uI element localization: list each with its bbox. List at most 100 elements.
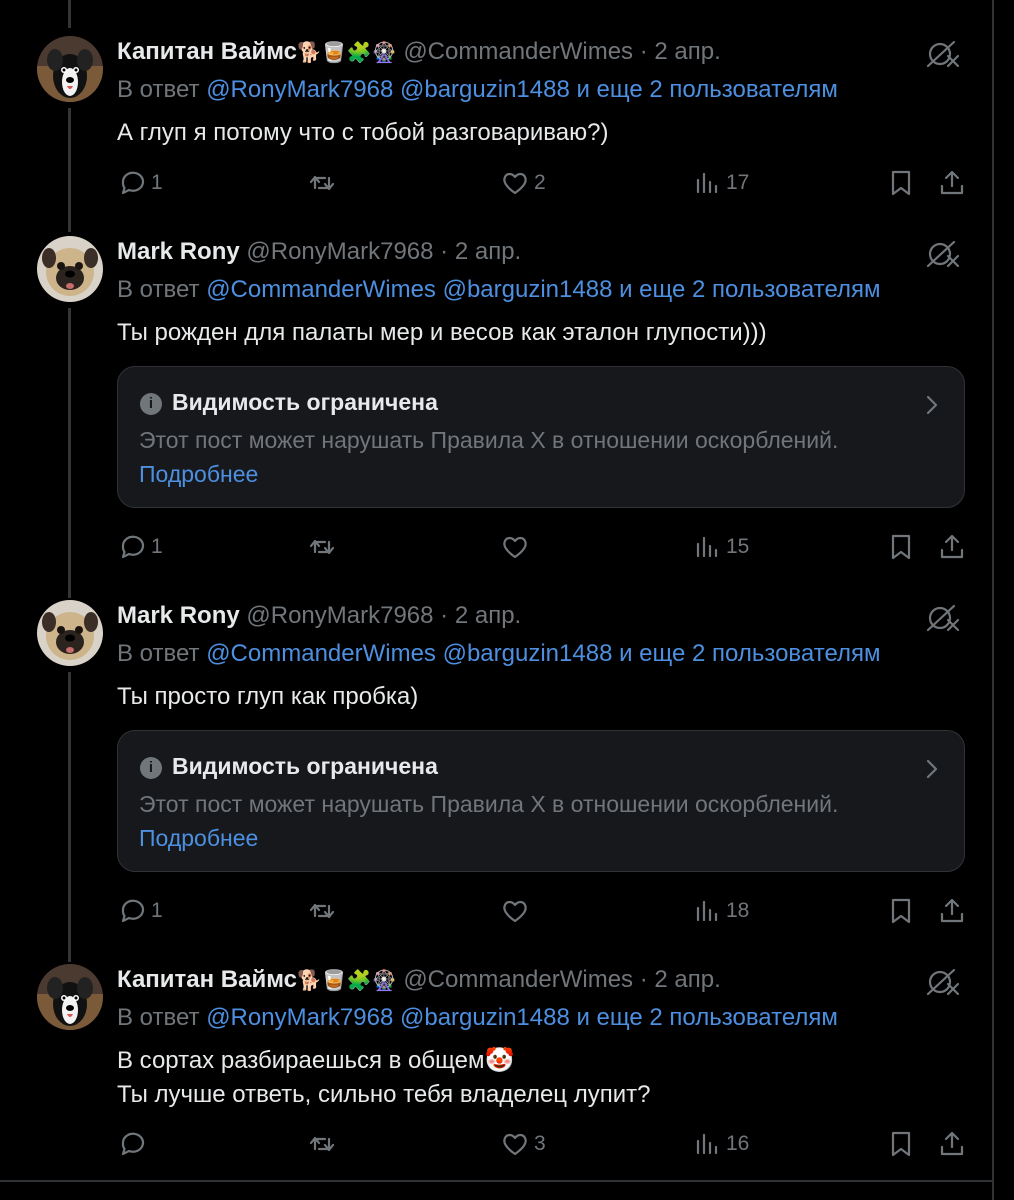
mention-link[interactable]: @RonyMark7968 xyxy=(206,1004,393,1031)
views-button[interactable]: 16 xyxy=(692,1126,749,1162)
like-icon xyxy=(500,896,530,926)
more-users-link[interactable]: и еще 2 пользователям xyxy=(576,76,837,103)
retweet-icon xyxy=(307,168,337,198)
retweet-button[interactable] xyxy=(307,165,341,201)
share-button[interactable] xyxy=(937,1126,967,1162)
like-count: 2 xyxy=(534,171,546,194)
author-name[interactable]: Mark Rony xyxy=(117,238,240,265)
tweet-text-line: А глуп я потому что с тобой разговариваю… xyxy=(117,119,609,146)
thread-line xyxy=(68,308,71,598)
reply-context: В ответ @RonyMark7968 @barguzin1488 и ещ… xyxy=(117,76,838,104)
avatar[interactable] xyxy=(37,600,103,666)
reply-prefix: В ответ xyxy=(117,1004,200,1031)
tweet-text-line: Ты лучше ответь, сильно тебя владелец лу… xyxy=(117,1081,651,1108)
visibility-notice[interactable]: i Видимость ограничена Этот пост может нар… xyxy=(117,730,965,872)
thread-line xyxy=(68,108,71,232)
reply-icon xyxy=(117,168,147,198)
views-icon xyxy=(692,896,722,926)
retweet-icon xyxy=(307,1129,337,1159)
views-icon xyxy=(692,168,722,198)
author-name[interactable]: Капитан Ваймс xyxy=(117,966,297,993)
more-users-link[interactable]: и еще 2 пользователям xyxy=(619,640,880,667)
mute-icon[interactable] xyxy=(922,38,966,70)
tweet-date[interactable]: · 2 апр. xyxy=(640,966,721,993)
mention-link[interactable]: @barguzin1488 xyxy=(443,640,613,667)
mention-link[interactable]: @RonyMark7968 xyxy=(206,76,393,103)
bookmark-button[interactable] xyxy=(886,165,916,201)
notice-text: Этот пост может нарушать Правила X в отн… xyxy=(139,427,839,453)
share-icon xyxy=(937,168,967,198)
tweet-header: Капитан Ваймс🐕🥃🧩🎡 @CommanderWimes · 2 ап… xyxy=(117,38,721,66)
share-icon xyxy=(937,896,967,926)
column-border-bottom xyxy=(0,1180,994,1182)
reply-button[interactable] xyxy=(117,1126,151,1162)
share-icon xyxy=(937,1129,967,1159)
info-icon: i xyxy=(140,757,162,779)
learn-more-link[interactable]: Подробнее xyxy=(139,825,258,852)
mention-link[interactable]: @barguzin1488 xyxy=(443,276,613,303)
reply-button[interactable]: 1 xyxy=(117,893,163,929)
views-button[interactable]: 17 xyxy=(692,165,749,201)
like-button[interactable]: 3 xyxy=(500,1126,546,1162)
views-button[interactable]: 15 xyxy=(692,529,749,565)
like-button[interactable] xyxy=(500,529,534,565)
author-handle[interactable]: @CommanderWimes xyxy=(403,966,633,993)
reply-button[interactable]: 1 xyxy=(117,529,163,565)
retweet-icon xyxy=(307,896,337,926)
author-handle[interactable]: @RonyMark7968 xyxy=(246,602,433,629)
mute-icon[interactable] xyxy=(922,966,966,998)
mention-link[interactable]: @barguzin1488 xyxy=(400,1004,570,1031)
author-handle[interactable]: @RonyMark7968 xyxy=(246,238,433,265)
reply-count: 1 xyxy=(151,899,163,922)
mention-link[interactable]: @barguzin1488 xyxy=(400,76,570,103)
bookmark-icon xyxy=(886,896,916,926)
notice-text: Этот пост может нарушать Правила X в отн… xyxy=(139,791,839,817)
tweet-text: А глуп я потому что с тобой разговариваю… xyxy=(117,116,608,150)
more-users-link[interactable]: и еще 2 пользователям xyxy=(619,276,880,303)
tweet-text-line: Ты рожден для палаты мер и весов как эта… xyxy=(117,319,767,346)
retweet-button[interactable] xyxy=(307,529,341,565)
mute-icon[interactable] xyxy=(922,602,966,634)
like-icon xyxy=(500,532,530,562)
author-handle[interactable]: @CommanderWimes xyxy=(403,38,633,65)
bookmark-icon xyxy=(886,1129,916,1159)
views-icon xyxy=(692,532,722,562)
mention-link[interactable]: @CommanderWimes xyxy=(206,276,436,303)
share-button[interactable] xyxy=(937,893,967,929)
tweet-text: Ты просто глуп как пробка) xyxy=(117,680,418,714)
notice-title: Видимость ограничена xyxy=(172,389,438,415)
tweet-date[interactable]: · 2 апр. xyxy=(440,602,521,629)
avatar[interactable] xyxy=(37,964,103,1030)
reply-prefix: В ответ xyxy=(117,76,200,103)
share-button[interactable] xyxy=(937,165,967,201)
like-button[interactable]: 2 xyxy=(500,165,546,201)
like-button[interactable] xyxy=(500,893,534,929)
author-name[interactable]: Капитан Ваймс xyxy=(117,38,297,65)
author-emojis: 🐕🥃🧩🎡 xyxy=(297,42,397,64)
chevron-right-icon xyxy=(924,393,940,417)
author-name[interactable]: Mark Rony xyxy=(117,602,240,629)
bookmark-button[interactable] xyxy=(886,1126,916,1162)
retweet-button[interactable] xyxy=(307,893,341,929)
tweet-header: Mark Rony @RonyMark7968 · 2 апр. xyxy=(117,602,521,630)
bookmark-button[interactable] xyxy=(886,529,916,565)
reply-button[interactable]: 1 xyxy=(117,165,163,201)
learn-more-link[interactable]: Подробнее xyxy=(139,461,258,488)
avatar[interactable] xyxy=(37,236,103,302)
visibility-notice[interactable]: i Видимость ограничена Этот пост может нар… xyxy=(117,366,965,508)
retweet-button[interactable] xyxy=(307,1126,341,1162)
bookmark-button[interactable] xyxy=(886,893,916,929)
reply-count: 1 xyxy=(151,535,163,558)
avatar[interactable] xyxy=(37,36,103,102)
more-users-link[interactable]: и еще 2 пользователям xyxy=(576,1004,837,1031)
views-button[interactable]: 18 xyxy=(692,893,749,929)
share-button[interactable] xyxy=(937,529,967,565)
mute-icon[interactable] xyxy=(922,238,966,270)
tweet-date[interactable]: · 2 апр. xyxy=(440,238,521,265)
mention-link[interactable]: @CommanderWimes xyxy=(206,640,436,667)
tweet-date[interactable]: · 2 апр. xyxy=(640,38,721,65)
reply-context: В ответ @CommanderWimes @barguzin1488 и … xyxy=(117,276,881,304)
reply-count: 1 xyxy=(151,171,163,194)
views-count: 18 xyxy=(726,899,750,922)
tweet-text: В сортах разбираешься в общем🤡 Ты лучше о… xyxy=(117,1044,650,1112)
